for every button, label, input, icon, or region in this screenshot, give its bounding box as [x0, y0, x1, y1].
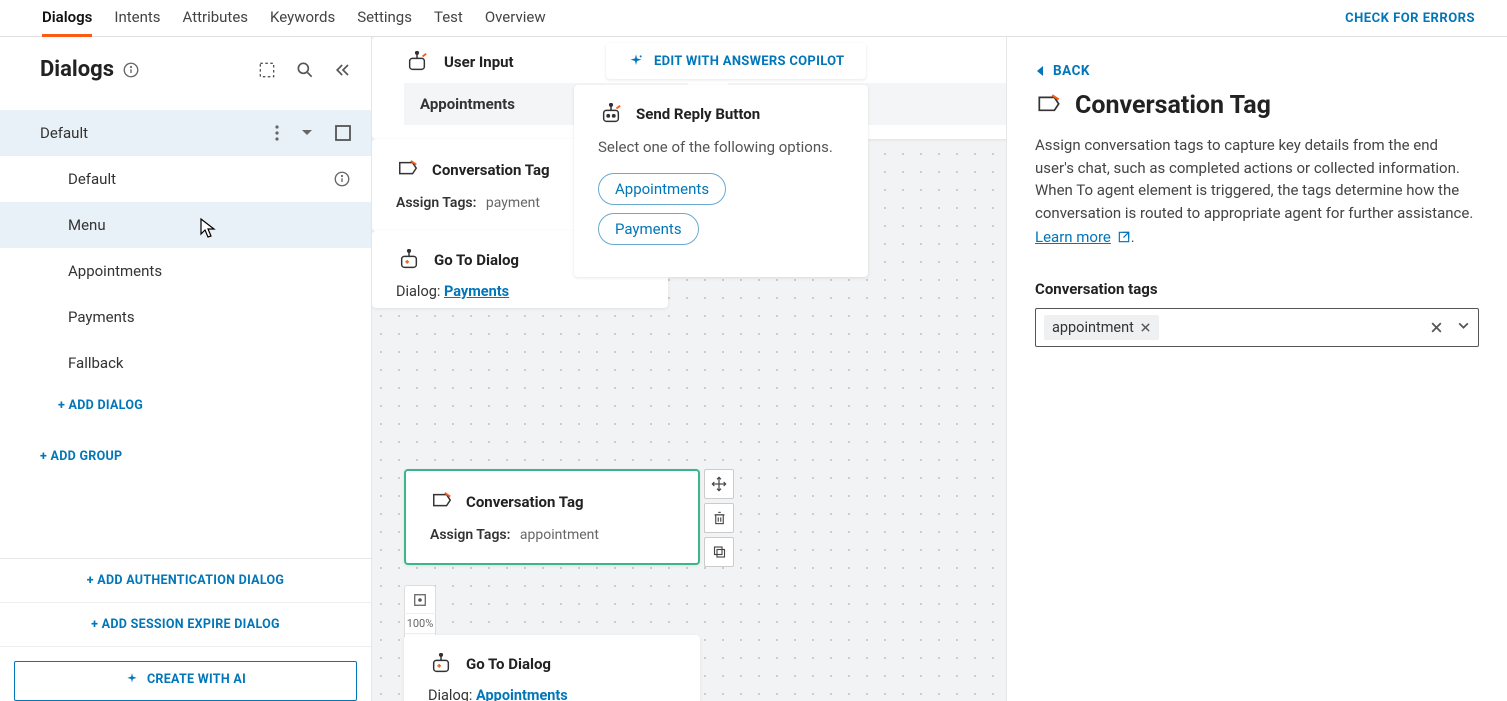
goto-label: Dialog: [396, 283, 440, 300]
sidebar-item-label: Payments [68, 308, 135, 326]
goto-label: Dialog: [428, 687, 472, 701]
assign-tags-label: Assign Tags: [396, 195, 476, 211]
checkbox-icon[interactable] [335, 125, 351, 141]
tab-test[interactable]: Test [434, 0, 463, 36]
sidebar-item-appointments[interactable]: Appointments [0, 248, 371, 294]
sparkle-icon [125, 672, 139, 686]
sidebar-item-label: Fallback [68, 354, 124, 372]
assign-tags-value: appointment [520, 527, 599, 543]
tags-label: Conversation tags [1035, 280, 1479, 298]
learn-more-label: Learn more [1035, 228, 1111, 246]
sidebar-item-default[interactable]: Default [0, 156, 371, 202]
tab-settings[interactable]: Settings [357, 0, 412, 36]
group-default[interactable]: Default [0, 110, 371, 156]
conversation-tag-card-selected[interactable]: Conversation Tag Assign Tags: appointmen… [404, 469, 700, 565]
tag-chip: appointment [1044, 315, 1159, 340]
chevron-down-icon[interactable] [1457, 321, 1470, 334]
panel-description: Assign conversation tags to capture key … [1035, 134, 1479, 224]
external-link-icon [1117, 230, 1131, 244]
add-session-expire-button[interactable]: + ADD SESSION EXPIRE DIALOG [0, 603, 371, 647]
top-nav: Dialogs Intents Attributes Keywords Sett… [0, 0, 1507, 37]
group-label: Default [40, 124, 88, 142]
create-with-ai-button[interactable]: CREATE WITH AI [14, 661, 357, 701]
goto-dialog-card[interactable]: Go To Dialog Dialog: Appointments [404, 635, 700, 701]
tab-intents[interactable]: Intents [114, 0, 160, 36]
caret-left-icon [1035, 65, 1045, 77]
info-icon[interactable] [122, 61, 140, 79]
bot-icon [428, 653, 454, 675]
node-actions [704, 469, 734, 567]
sidebar-title: Dialogs [40, 57, 114, 82]
learn-more-link[interactable]: Learn more [1035, 228, 1131, 246]
panel-title: Conversation Tag [1075, 91, 1271, 120]
search-icon[interactable] [295, 60, 315, 80]
sidebar-item-label: Menu [68, 216, 106, 234]
tab-dialogs[interactable]: Dialogs [42, 0, 92, 37]
remove-tag-icon[interactable] [1140, 322, 1151, 333]
sidebar-item-fallback[interactable]: Fallback [0, 340, 371, 386]
bot-icon [396, 249, 422, 271]
sidebar-item-label: Default [68, 170, 116, 188]
chip-appointments[interactable]: Appointments [598, 173, 726, 205]
send-reply-card[interactable]: Send Reply Button Select one of the foll… [574, 85, 868, 277]
add-group-button[interactable]: + ADD GROUP [0, 437, 371, 476]
card-title: User Input [444, 53, 514, 71]
add-dialog-button[interactable]: + ADD DIALOG [0, 386, 371, 425]
select-all-icon[interactable] [257, 60, 277, 80]
clear-icon[interactable] [1430, 321, 1443, 334]
tab-overview[interactable]: Overview [485, 0, 546, 36]
check-errors-button[interactable]: CHECK FOR ERRORS [1345, 11, 1495, 26]
goto-value[interactable]: Appointments [476, 687, 568, 701]
collapse-icon[interactable] [333, 60, 353, 80]
bot-icon [404, 51, 430, 73]
sidebar: Dialogs Default [0, 37, 372, 701]
card-title: Conversation Tag [432, 161, 550, 179]
top-nav-tabs: Dialogs Intents Attributes Keywords Sett… [12, 0, 546, 36]
add-auth-dialog-button[interactable]: + ADD AUTHENTICATION DIALOG [0, 559, 371, 603]
tag-icon [1035, 93, 1063, 119]
delete-icon[interactable] [704, 503, 734, 533]
back-label: BACK [1053, 63, 1090, 79]
fit-icon[interactable] [404, 586, 436, 614]
sparkle-icon [628, 53, 644, 69]
create-with-ai-label: CREATE WITH AI [147, 672, 246, 687]
card-description: Select one of the following options. [598, 137, 844, 159]
tag-icon [396, 159, 420, 181]
chevron-down-icon[interactable] [301, 129, 313, 137]
sidebar-item-label: Appointments [68, 262, 162, 280]
copilot-label: EDIT WITH ANSWERS COPILOT [654, 54, 844, 69]
details-panel: BACK Conversation Tag Assign conversatio… [1006, 37, 1507, 701]
tags-input[interactable]: appointment [1035, 308, 1479, 347]
sidebar-item-menu[interactable]: Menu [0, 202, 371, 248]
tab-attributes[interactable]: Attributes [183, 0, 249, 36]
move-icon[interactable] [704, 469, 734, 499]
assign-tags-value: payment [486, 195, 540, 211]
card-title: Go To Dialog [434, 251, 519, 269]
goto-value[interactable]: Payments [444, 283, 509, 300]
card-title: Conversation Tag [466, 493, 584, 511]
back-button[interactable]: BACK [1035, 63, 1479, 79]
duplicate-icon[interactable] [704, 537, 734, 567]
assign-tags-label: Assign Tags: [430, 527, 510, 543]
card-title: Send Reply Button [636, 105, 760, 123]
period: . [1131, 230, 1135, 246]
edit-copilot-button[interactable]: EDIT WITH ANSWERS COPILOT [606, 43, 866, 79]
card-title: Go To Dialog [466, 655, 551, 673]
bot-icon [598, 103, 624, 125]
dialogs-tree: Default Default Menu Appointments [0, 110, 371, 558]
sidebar-item-payments[interactable]: Payments [0, 294, 371, 340]
info-icon[interactable] [333, 170, 351, 188]
tag-chip-label: appointment [1052, 319, 1134, 336]
zoom-level: 100% [405, 614, 435, 634]
chip-payments[interactable]: Payments [598, 213, 699, 245]
more-icon[interactable] [275, 125, 279, 141]
tag-icon [430, 491, 454, 513]
tab-keywords[interactable]: Keywords [270, 0, 335, 36]
canvas[interactable]: EDIT WITH ANSWERS COPILOT Send Reply But… [372, 37, 1006, 701]
